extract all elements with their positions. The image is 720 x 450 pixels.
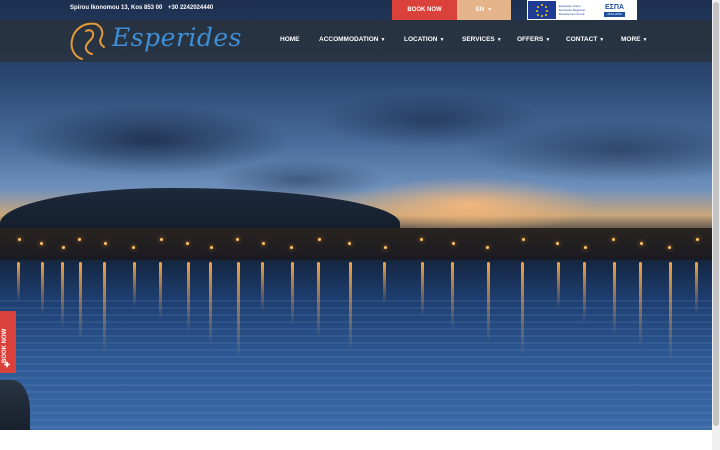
harbor-light bbox=[236, 238, 239, 241]
nav-home-label: HOME bbox=[280, 36, 300, 43]
harbor-light bbox=[18, 238, 21, 241]
language-label: EN bbox=[475, 7, 485, 13]
light-reflection bbox=[383, 262, 386, 304]
nav-more-label: MORE bbox=[621, 36, 641, 43]
plus-icon: ✚ bbox=[4, 362, 10, 369]
site-logo[interactable]: Esperides bbox=[66, 21, 241, 61]
harbor-light bbox=[348, 242, 351, 245]
harbor-light bbox=[486, 246, 489, 249]
chevron-down-icon: ▼ bbox=[487, 7, 493, 13]
nav-offers-label: OFFERS bbox=[517, 36, 544, 43]
nav-contact-label: CONTACT bbox=[566, 36, 598, 43]
side-book-now-tab[interactable]: BOOK NOW ✚ bbox=[0, 311, 16, 373]
harbor-light bbox=[640, 242, 643, 245]
harbor-light bbox=[62, 246, 65, 249]
harbor-light bbox=[160, 238, 163, 241]
eu-flag-icon bbox=[528, 1, 556, 19]
caret-down-icon: ▼ bbox=[496, 37, 502, 43]
nav-services[interactable]: SERVICES ▼ bbox=[462, 36, 502, 43]
hero-clouds bbox=[0, 60, 712, 200]
harbor-light bbox=[290, 246, 293, 249]
hero-water bbox=[0, 300, 712, 430]
light-reflection bbox=[17, 262, 20, 302]
address-text: Spirou Ikonomou 13, Kos 853 00 bbox=[70, 5, 163, 11]
book-now-button[interactable]: BOOK NOW bbox=[392, 0, 457, 20]
harbor-light bbox=[668, 246, 671, 249]
nav-accommodation-label: ACCOMMODATION bbox=[319, 36, 379, 43]
harbor-light bbox=[420, 238, 423, 241]
brand-name: Esperides bbox=[112, 23, 242, 52]
harbor-light bbox=[318, 238, 321, 241]
harbor-light bbox=[612, 238, 615, 241]
harbor-light bbox=[104, 242, 107, 245]
nav-accommodation[interactable]: ACCOMMODATION ▼ bbox=[319, 36, 385, 43]
hero-image bbox=[0, 0, 712, 430]
nav-contact[interactable]: CONTACT ▼ bbox=[566, 36, 604, 43]
nav-home[interactable]: HOME bbox=[280, 36, 300, 43]
harbor-light bbox=[40, 242, 43, 245]
harbor-light bbox=[186, 242, 189, 245]
espa-logo-years: 2014-2020 bbox=[604, 11, 625, 17]
nav-location-label: LOCATION bbox=[404, 36, 438, 43]
nav-more[interactable]: MORE ▼ bbox=[621, 36, 647, 43]
harbor-light bbox=[78, 238, 81, 241]
caret-down-icon: ▼ bbox=[380, 37, 386, 43]
harbor-light bbox=[452, 242, 455, 245]
nav-offers[interactable]: OFFERS ▼ bbox=[517, 36, 550, 43]
caret-down-icon: ▼ bbox=[599, 37, 605, 43]
harbor-light bbox=[384, 246, 387, 249]
nav-location[interactable]: LOCATION ▼ bbox=[404, 36, 444, 43]
harbor-light bbox=[584, 246, 587, 249]
harbor-light bbox=[262, 242, 265, 245]
top-bar: Spirou Ikonomou 13, Kos 853 00 +30 22420… bbox=[0, 0, 720, 20]
language-selector[interactable]: EN ▼ bbox=[457, 0, 511, 20]
harbor-light bbox=[696, 238, 699, 241]
eu-fund-text: European Union European Regional Develop… bbox=[559, 4, 585, 16]
espa-banner[interactable]: European Union European Regional Develop… bbox=[527, 0, 637, 20]
nav-services-label: SERVICES bbox=[462, 36, 495, 43]
espa-logo-main: ΕΣΠΑ bbox=[605, 3, 624, 11]
face-silhouette-icon bbox=[70, 22, 105, 60]
side-book-now-label: BOOK NOW bbox=[2, 328, 8, 363]
scrollbar-thumb[interactable] bbox=[713, 2, 719, 426]
harbor-light bbox=[556, 242, 559, 245]
espa-logo: ΕΣΠΑ 2014-2020 bbox=[597, 1, 632, 19]
harbor-light bbox=[522, 238, 525, 241]
harbor-light bbox=[132, 246, 135, 249]
phone-link[interactable]: +30 2242024440 bbox=[168, 5, 213, 11]
caret-down-icon: ▼ bbox=[439, 37, 445, 43]
page-scrollbar[interactable] bbox=[712, 0, 720, 450]
main-header: Esperides HOME ACCOMMODATION ▼ LOCATION ▼ … bbox=[0, 20, 720, 62]
caret-down-icon: ▼ bbox=[642, 37, 648, 43]
caret-down-icon: ▼ bbox=[545, 37, 551, 43]
harbor-light bbox=[210, 246, 213, 249]
